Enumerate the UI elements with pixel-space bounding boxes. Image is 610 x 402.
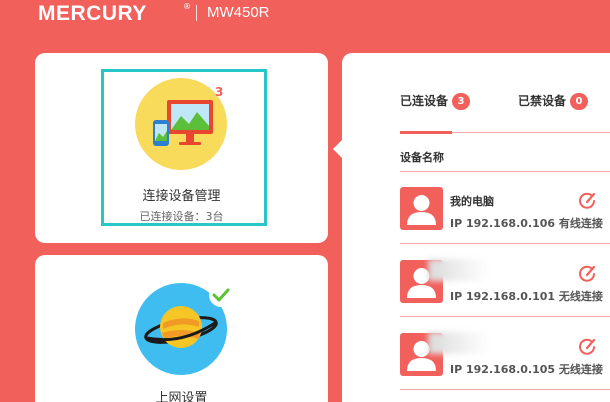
edit-icon[interactable] bbox=[578, 192, 596, 210]
redacted-device-name bbox=[428, 259, 490, 281]
column-header-device-name: 设备名称 bbox=[400, 151, 444, 164]
tab-label: 已连设备 bbox=[400, 94, 449, 108]
check-icon bbox=[209, 283, 233, 307]
device-ip: IP 192.168.0.106 bbox=[450, 217, 556, 230]
registered-mark: ® bbox=[183, 2, 191, 11]
tab-label: 已禁设备 bbox=[518, 94, 567, 108]
tab-count-badge: 0 bbox=[570, 93, 589, 110]
active-tab-indicator bbox=[400, 131, 452, 134]
device-row[interactable]: 我的电脑 IP 192.168.0.106 有线连接 bbox=[400, 172, 610, 244]
device-management-card[interactable]: 3 连接设备管理 已连接设备：3台 bbox=[35, 53, 328, 243]
connection-type: 有线连接 bbox=[558, 217, 603, 230]
device-ip-connection: IP 192.168.0.105 无线连接 bbox=[450, 361, 603, 377]
device-ip: IP 192.168.0.101 bbox=[450, 290, 556, 303]
edit-icon[interactable] bbox=[578, 338, 596, 356]
header-divider bbox=[196, 5, 197, 21]
panel-pointer bbox=[333, 140, 342, 158]
tab-connected-devices[interactable]: 已连设备 3 bbox=[400, 92, 471, 110]
device-row[interactable]: IP 192.168.0.101 无线连接 bbox=[400, 245, 610, 317]
device-row[interactable]: IP 192.168.0.105 无线连接 bbox=[400, 318, 610, 390]
row-divider bbox=[400, 243, 610, 244]
brand-logo: MERCURY bbox=[38, 2, 147, 25]
device-name: 我的电脑 bbox=[450, 195, 494, 208]
device-ip: IP 192.168.0.105 bbox=[450, 363, 556, 376]
connection-type: 无线连接 bbox=[558, 363, 603, 376]
connection-type: 无线连接 bbox=[558, 290, 603, 303]
top-header: MERCURY ® MW450R bbox=[0, 0, 610, 30]
device-count-badge: 3 bbox=[215, 85, 224, 99]
user-avatar-icon bbox=[400, 187, 443, 230]
row-divider bbox=[400, 316, 610, 317]
internet-settings-title: 上网设置 bbox=[155, 391, 208, 402]
model-name: MW450R bbox=[207, 4, 270, 21]
redacted-device-name bbox=[428, 332, 490, 354]
tab-blocked-devices[interactable]: 已禁设备 0 bbox=[518, 92, 589, 110]
tab-count-badge: 3 bbox=[452, 93, 471, 110]
internet-settings-card[interactable]: 上网设置 bbox=[35, 255, 328, 402]
monitor-phone-icon bbox=[135, 78, 227, 170]
device-management-title: 连接设备管理 bbox=[142, 189, 221, 204]
connected-devices-summary: 已连接设备：3台 bbox=[139, 210, 224, 223]
edit-icon[interactable] bbox=[578, 265, 596, 283]
device-ip-connection: IP 192.168.0.101 无线连接 bbox=[450, 288, 603, 304]
device-ip-connection: IP 192.168.0.106 有线连接 bbox=[450, 215, 603, 231]
row-divider bbox=[400, 389, 610, 390]
